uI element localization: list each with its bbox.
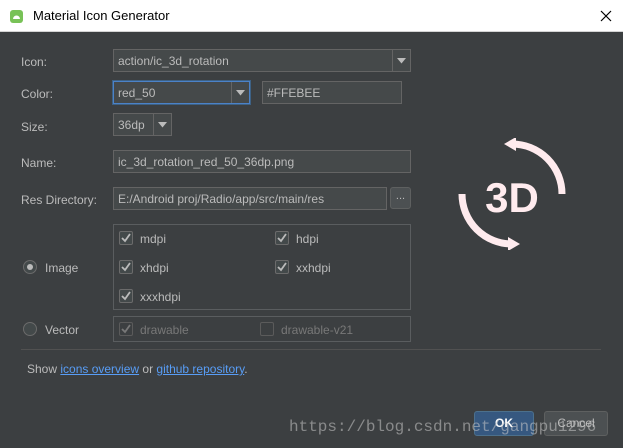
drawable-v21-checkbox[interactable] — [260, 322, 274, 336]
icon-dropdown-arrow[interactable] — [392, 50, 410, 71]
res-directory-label: Res Directory: — [21, 193, 98, 207]
android-icon — [10, 10, 23, 23]
xhdpi-label: xhdpi — [140, 261, 169, 275]
checkmark-icon — [121, 262, 131, 272]
checkmark-icon — [121, 233, 131, 243]
drawable-label: drawable — [140, 323, 189, 337]
checkmark-icon — [121, 324, 131, 334]
chevron-down-icon — [236, 90, 245, 96]
icons-overview-link[interactable]: icons overview — [60, 362, 139, 376]
browse-button[interactable]: ... — [390, 187, 411, 209]
mdpi-label: mdpi — [140, 232, 167, 246]
watermark: https://blog.csdn.net/gangpu1296 — [289, 418, 597, 436]
window-title: Material Icon Generator — [33, 8, 170, 23]
chevron-down-icon — [397, 58, 406, 64]
checkmark-icon — [277, 233, 287, 243]
name-label: Name: — [21, 156, 57, 170]
color-hex-field[interactable]: #FFEBEE — [262, 81, 402, 104]
size-dropdown-arrow[interactable] — [153, 114, 171, 135]
close-button[interactable] — [589, 0, 623, 32]
size-select[interactable]: 36dp — [113, 113, 172, 136]
xhdpi-checkbox[interactable] — [119, 260, 133, 274]
size-select-value: 36dp — [118, 118, 145, 132]
xxxhdpi-label: xxxhdpi — [140, 290, 181, 304]
chevron-down-icon — [158, 122, 167, 128]
xxxhdpi-checkbox[interactable] — [119, 289, 133, 303]
title-bar: Material Icon Generator — [0, 0, 623, 32]
close-icon — [600, 10, 612, 22]
image-radio-label: Image — [45, 261, 79, 275]
icon-select-value: action/ic_3d_rotation — [118, 54, 229, 68]
github-repository-link[interactable]: github repository — [156, 362, 244, 376]
checkmark-icon — [277, 262, 287, 272]
icon-label: Icon: — [21, 55, 48, 69]
divider — [21, 349, 601, 350]
footer-suffix: . — [244, 362, 248, 376]
res-directory-field[interactable]: E:/Android proj/Radio/app/src/main/res — [113, 187, 387, 210]
xxhdpi-checkbox[interactable] — [275, 260, 289, 274]
res-directory-value: E:/Android proj/Radio/app/src/main/res — [118, 192, 325, 206]
hdpi-label: hdpi — [296, 232, 319, 246]
size-label: Size: — [21, 120, 48, 134]
vector-radio-label: Vector — [45, 323, 80, 337]
color-select[interactable]: red_50 — [113, 81, 250, 104]
hdpi-checkbox[interactable] — [275, 231, 289, 245]
footer-links: Show icons overview or github repository… — [27, 362, 248, 376]
radio-selected-dot — [27, 264, 33, 270]
image-radio[interactable] — [23, 260, 37, 274]
name-field-value: ic_3d_rotation_red_50_36dp.png — [118, 155, 295, 169]
drawable-checkbox[interactable] — [119, 322, 133, 336]
color-dropdown-arrow[interactable] — [231, 82, 249, 103]
footer-prefix: Show — [27, 362, 61, 376]
mdpi-checkbox[interactable] — [119, 231, 133, 245]
footer-middle: or — [139, 362, 157, 376]
color-label: Color: — [21, 87, 54, 101]
icon-select[interactable]: action/ic_3d_rotation — [113, 49, 411, 72]
color-select-value: red_50 — [118, 86, 156, 100]
3d-rotation-icon: 3D — [458, 138, 566, 250]
name-field[interactable]: ic_3d_rotation_red_50_36dp.png — [113, 150, 411, 173]
color-hex-value: #FFEBEE — [267, 86, 321, 100]
xxhdpi-label: xxhdpi — [296, 261, 331, 275]
vector-radio[interactable] — [23, 322, 37, 336]
checkmark-icon — [121, 291, 131, 301]
preview-3d-text: 3D — [485, 174, 539, 221]
drawable-v21-label: drawable-v21 — [281, 323, 354, 337]
